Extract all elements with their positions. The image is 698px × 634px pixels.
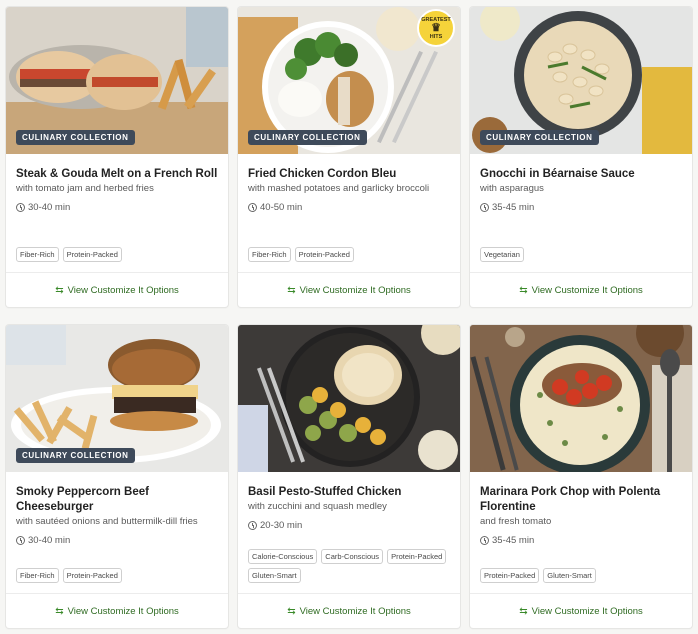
recipe-subtitle: with tomato jam and herbed fries [16,183,154,194]
prep-time-value: 30-40 min [28,202,71,213]
tag: Protein-Packed [62,568,122,583]
tag: Vegetarian [480,247,524,262]
tag: Gluten-Smart [248,568,301,583]
swap-arrows-icon: ⇆ [55,605,64,617]
recipe-card[interactable]: CULINARY COLLECTION Steak & Gouda Melt o… [6,7,228,307]
tag: Protein-Packed [62,247,122,262]
collection-badge: CULINARY COLLECTION [16,448,135,463]
recipe-title[interactable]: Smoky Peppercorn Beef Cheeseburger [16,485,218,515]
greatest-hits-badge: GREATEST ♛ HITS [417,9,455,47]
customize-options-label: View Customize It Options [299,605,411,617]
customize-options-label: View Customize It Options [531,284,643,296]
recipe-title[interactable]: Marinara Pork Chop with Polenta Florenti… [480,485,682,515]
clock-icon [248,203,257,212]
recipe-card[interactable]: Basil Pesto-Stuffed Chicken with zucchin… [238,325,460,628]
clock-icon [16,536,25,545]
recipe-photo[interactable] [238,325,460,472]
customize-options-button[interactable]: ⇆ View Customize It Options [6,593,228,628]
tag-list: Fiber-Rich Protein-Packed [16,247,220,262]
recipe-subtitle: with mashed potatoes and garlicky brocco… [248,183,430,194]
recipe-title[interactable]: Fried Chicken Cordon Bleu [248,167,450,182]
tag: Carb-Conscious [321,549,384,564]
recipe-grid: CULINARY COLLECTION Steak & Gouda Melt o… [6,7,692,628]
recipe-title[interactable]: Gnocchi in Béarnaise Sauce [480,167,682,182]
swap-arrows-icon: ⇆ [55,284,64,296]
tag: Protein-Packed [480,568,540,583]
customize-options-button[interactable]: ⇆ View Customize It Options [470,593,692,628]
recipe-photo[interactable]: CULINARY COLLECTION [470,7,692,154]
tag-list: Calorie-Conscious Carb-Conscious Protein… [248,549,452,583]
prep-time-value: 35-45 min [492,202,535,213]
clock-icon [248,521,257,530]
swap-arrows-icon: ⇆ [519,284,528,296]
prep-time: 35-45 min [480,202,682,213]
recipe-subtitle: with asparagus [480,183,544,194]
prep-time-value: 40-50 min [260,202,303,213]
clock-icon [480,536,489,545]
collection-badge: CULINARY COLLECTION [16,130,135,145]
collection-badge: CULINARY COLLECTION [480,130,599,145]
swap-arrows-icon: ⇆ [519,605,528,617]
recipe-subtitle: with zucchini and squash medley [248,501,387,512]
recipe-card[interactable]: GREATEST ♛ HITS CULINARY COLLECTION Frie… [238,7,460,307]
tag-list: Vegetarian [480,247,684,262]
recipe-card[interactable]: Marinara Pork Chop with Polenta Florenti… [470,325,692,628]
customize-options-button[interactable]: ⇆ View Customize It Options [238,272,460,307]
crown-icon: ♛ [431,21,441,34]
tag: Protein-Packed [387,549,447,564]
tag-list: Fiber-Rich Protein-Packed [16,568,220,583]
prep-time-value: 20-30 min [260,520,303,531]
recipe-title[interactable]: Basil Pesto-Stuffed Chicken [248,485,450,500]
recipe-subtitle: with sautéed onions and buttermilk-dill … [16,516,198,527]
recipe-subtitle: and fresh tomato [480,516,552,527]
tag: Fiber-Rich [248,247,291,262]
recipe-title[interactable]: Steak & Gouda Melt on a French Roll [16,167,218,182]
prep-time-value: 35-45 min [492,535,535,546]
recipe-photo[interactable]: GREATEST ♛ HITS CULINARY COLLECTION [238,7,460,154]
prep-time: 35-45 min [480,535,682,546]
customize-options-button[interactable]: ⇆ View Customize It Options [238,593,460,628]
recipe-photo[interactable] [470,325,692,472]
clock-icon [16,203,25,212]
tag-list: Protein-Packed Gluten-Smart [480,568,684,583]
tag: Fiber-Rich [16,247,59,262]
recipe-photo[interactable]: CULINARY COLLECTION [6,7,228,154]
customize-options-label: View Customize It Options [299,284,411,296]
clock-icon [480,203,489,212]
recipe-card[interactable]: CULINARY COLLECTION Smoky Peppercorn Bee… [6,325,228,628]
customize-options-label: View Customize It Options [531,605,643,617]
collection-badge: CULINARY COLLECTION [248,130,367,145]
prep-time: 30-40 min [16,202,218,213]
recipe-card[interactable]: CULINARY COLLECTION Gnocchi in Béarnaise… [470,7,692,307]
tag: Gluten-Smart [543,568,596,583]
customize-options-button[interactable]: ⇆ View Customize It Options [6,272,228,307]
tag: Protein-Packed [294,247,354,262]
prep-time: 40-50 min [248,202,450,213]
swap-arrows-icon: ⇆ [287,605,296,617]
tag: Calorie-Conscious [248,549,318,564]
prep-time: 30-40 min [16,535,218,546]
customize-options-button[interactable]: ⇆ View Customize It Options [470,272,692,307]
recipe-photo[interactable]: CULINARY COLLECTION [6,325,228,472]
tag: Fiber-Rich [16,568,59,583]
prep-time: 20-30 min [248,520,450,531]
customize-options-label: View Customize It Options [67,605,179,617]
swap-arrows-icon: ⇆ [287,284,296,296]
tag-list: Fiber-Rich Protein-Packed [248,247,452,262]
customize-options-label: View Customize It Options [67,284,179,296]
prep-time-value: 30-40 min [28,535,71,546]
